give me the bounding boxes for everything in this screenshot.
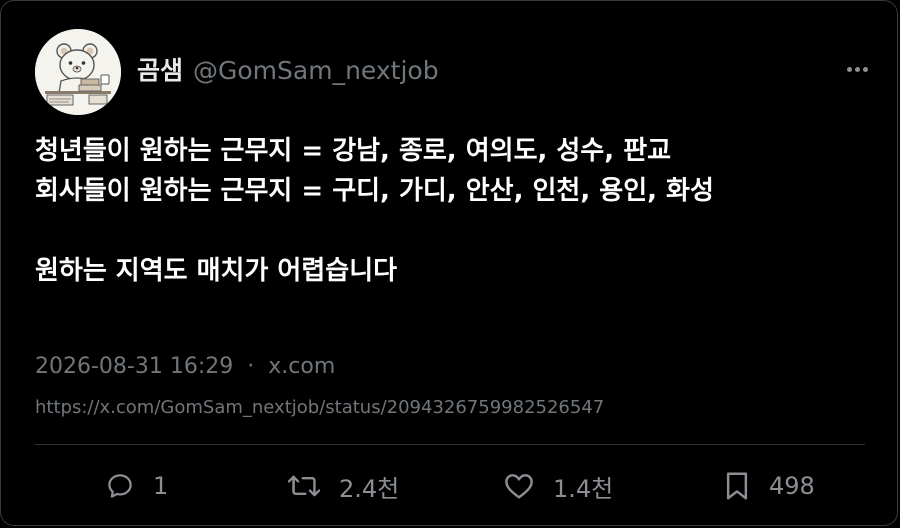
tweet-line: 청년들이 원하는 근무지 = 강남, 종로, 여의도, 성수, 판교 [35, 136, 672, 166]
heart-icon [505, 474, 533, 499]
retweet-button[interactable]: 2.4천 [287, 463, 399, 509]
tweet-line: 원하는 지역도 매치가 어렵습니다 [35, 256, 398, 286]
tweet-line: 회사들이 원하는 근무지 = 구디, 가디, 안산, 인천, 용인, 화성 [35, 176, 714, 206]
display-name[interactable]: 곰샘 [137, 51, 183, 87]
tweet-meta: 2026-08-31 16:29 · x.com [35, 354, 335, 379]
meta-separator: · [247, 354, 255, 379]
retweet-count: 2.4천 [339, 474, 400, 503]
avatar[interactable] [35, 29, 121, 115]
tweet-card: 곰샘 @GomSam_nextjob 청년들이 원하는 근무지 = 강남, 종로… [0, 0, 898, 526]
like-count: 1.4천 [553, 474, 614, 503]
bookmark-count: 498 [769, 472, 815, 500]
tweet-header: 곰샘 @GomSam_nextjob [137, 51, 439, 87]
reply-count: 1 [153, 472, 169, 500]
tweet-text: 청년들이 원하는 근무지 = 강남, 종로, 여의도, 성수, 판교 회사들이 … [35, 131, 875, 291]
reply-button[interactable]: 1 [105, 463, 168, 509]
like-button[interactable]: 1.4천 [503, 463, 613, 509]
user-handle[interactable]: @GomSam_nextjob [193, 56, 439, 85]
bookmark-icon [726, 472, 748, 500]
bear-avatar-icon [35, 29, 121, 115]
more-options-button[interactable] [837, 57, 877, 81]
bookmark-button[interactable]: 498 [723, 463, 815, 509]
reply-icon [108, 474, 132, 498]
tweet-url[interactable]: https://x.com/GomSam_nextjob/status/2094… [35, 397, 604, 418]
action-bar: 1 2.4천 1.4천 498 [1, 463, 900, 509]
timestamp[interactable]: 2026-08-31 16:29 [35, 354, 233, 379]
retweet-icon [287, 475, 321, 497]
more-horizontal-icon [845, 66, 869, 72]
divider [35, 444, 865, 445]
source-label: x.com [268, 354, 336, 379]
